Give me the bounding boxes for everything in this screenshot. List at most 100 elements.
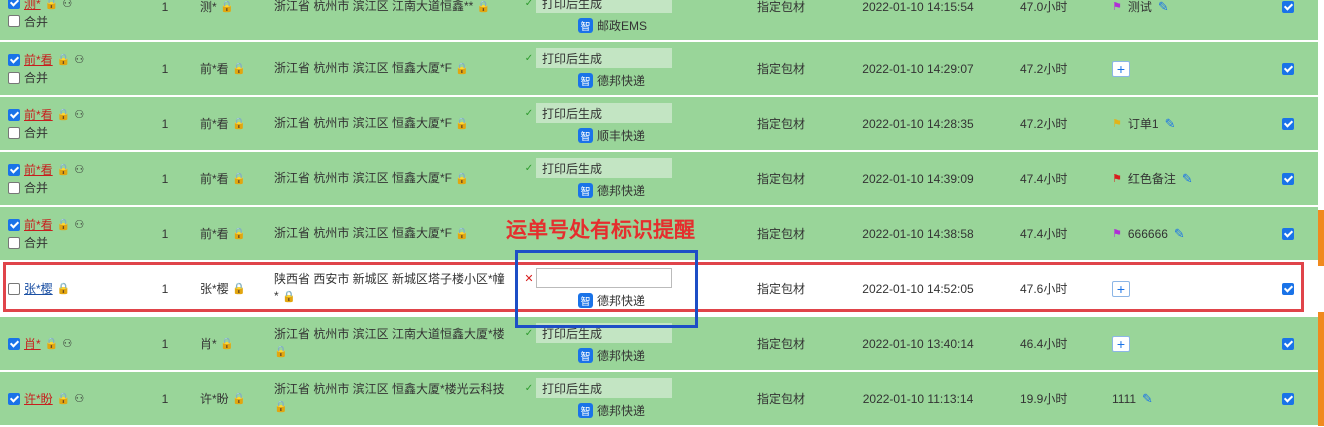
select-checkbox[interactable] — [1282, 172, 1294, 185]
edit-pencil-icon[interactable]: ✎ — [1174, 226, 1185, 242]
select-checkbox[interactable] — [1282, 62, 1294, 75]
courier-name[interactable]: 德邦快递 — [597, 72, 645, 89]
row-checkbox[interactable] — [8, 0, 20, 9]
waybill-status: 打印后生成 — [542, 51, 603, 66]
lock-icon: 🔒 — [455, 117, 470, 130]
check-icon: ✓ — [524, 107, 534, 119]
row-checkbox[interactable] — [8, 392, 20, 405]
memo-text: 1111 — [1112, 391, 1137, 406]
buyer-name-link[interactable]: 前*看 — [24, 106, 53, 123]
waybill-status-box[interactable]: 打印后生成 — [536, 103, 672, 123]
smart-courier-icon: 智 — [578, 73, 593, 88]
packing: 指定包材 — [757, 337, 806, 351]
waybill-status: 打印后生成 — [542, 106, 603, 121]
edit-pencil-icon[interactable]: ✎ — [1142, 391, 1153, 407]
address-text: 浙江省 杭州市 滨江区 恒鑫大厦*F — [274, 170, 453, 185]
elapsed-hours: 47.4小时 — [1020, 172, 1068, 186]
merge-checkbox[interactable] — [8, 126, 20, 139]
waybill-status: 打印后生成 — [542, 381, 603, 396]
lock-icon: 🔒 — [56, 219, 71, 231]
address-text: 浙江省 杭州市 滨江区 恒鑫大厦*F — [274, 115, 453, 130]
select-checkbox[interactable] — [1282, 337, 1294, 350]
quantity: 1 — [161, 61, 169, 76]
row-checkbox[interactable] — [8, 218, 20, 231]
waybill-status: 打印后生成 — [542, 0, 603, 11]
select-checkbox[interactable] — [1282, 0, 1294, 13]
add-memo-button[interactable]: + — [1112, 60, 1130, 77]
row-checkbox[interactable] — [8, 108, 20, 121]
merge-checkbox[interactable] — [8, 181, 20, 194]
buyer-name-link[interactable]: 前*看 — [24, 216, 53, 233]
merge-label: 合并 — [24, 236, 49, 250]
user-icon[interactable]: ⚇ — [74, 53, 84, 66]
address-text: 浙江省 杭州市 滨江区 恒鑫大厦*楼光云科技 — [274, 382, 505, 396]
buyer-name-link[interactable]: 测* — [24, 0, 41, 12]
packing: 指定包材 — [757, 392, 806, 406]
packing: 指定包材 — [757, 172, 806, 186]
select-checkbox[interactable] — [1282, 227, 1294, 240]
waybill-status-box[interactable]: 打印后生成 — [536, 0, 672, 13]
buyer-name-link[interactable]: 前*看 — [24, 51, 53, 68]
lock-icon: 🔒 — [455, 227, 470, 240]
address-text: 浙江省 杭州市 滨江区 恒鑫大厦*F — [274, 225, 453, 240]
row-checkbox[interactable] — [8, 53, 20, 66]
user-icon[interactable]: ⚇ — [74, 108, 84, 121]
merge-checkbox[interactable] — [8, 15, 20, 27]
select-checkbox[interactable] — [1282, 117, 1294, 130]
buyer-name-link[interactable]: 前*看 — [24, 161, 53, 178]
elapsed-hours: 47.0小时 — [1020, 0, 1068, 14]
buyer-name-link[interactable]: 许*盼 — [24, 390, 53, 407]
courier-name[interactable]: 德邦快递 — [597, 182, 645, 199]
lock-icon: 🔒 — [232, 393, 246, 405]
receiver-name: 前*看 — [200, 227, 229, 241]
smart-courier-icon: 智 — [578, 183, 593, 198]
courier-name[interactable]: 顺丰快递 — [597, 127, 645, 144]
check-icon: ✓ — [524, 382, 534, 394]
order-time: 2022-01-10 14:15:54 — [862, 0, 974, 14]
waybill-status-box[interactable]: 打印后生成 — [536, 158, 672, 178]
buyer-name-link[interactable]: 肖* — [24, 335, 41, 352]
order-time: 2022-01-10 14:28:35 — [862, 116, 974, 131]
table-row: 前*看 🔒 ⚇ 合并 1 前*看 🔒 浙江省 杭州市 滨江区 恒鑫大厦*F 🔒 ✓ 打印… — [0, 42, 1318, 97]
lock-icon: 🔒 — [44, 0, 59, 10]
lock-icon: 🔒 — [455, 172, 470, 185]
merge-checkbox[interactable] — [8, 236, 20, 249]
lock-icon: 🔒 — [56, 54, 71, 66]
edit-pencil-icon[interactable]: ✎ — [1158, 0, 1169, 15]
add-memo-button[interactable]: + — [1112, 335, 1130, 352]
elapsed-hours: 46.4小时 — [1020, 337, 1068, 351]
order-time: 2022-01-10 14:39:09 — [862, 171, 974, 186]
packing: 指定包材 — [757, 117, 806, 131]
user-icon[interactable]: ⚇ — [74, 218, 84, 231]
user-icon[interactable]: ⚇ — [62, 0, 72, 10]
flag-icon: ⚑ — [1112, 173, 1122, 185]
check-icon: ✓ — [524, 327, 534, 339]
lock-icon: 🔒 — [232, 63, 246, 75]
check-icon: ✓ — [524, 162, 534, 174]
courier-name[interactable]: 德邦快递 — [597, 347, 645, 364]
packing: 指定包材 — [757, 227, 806, 241]
courier-name[interactable]: 德邦快递 — [597, 402, 645, 419]
user-icon[interactable]: ⚇ — [62, 337, 72, 350]
edit-pencil-icon[interactable]: ✎ — [1165, 116, 1176, 132]
packing: 指定包材 — [757, 62, 806, 76]
waybill-status-box[interactable]: 打印后生成 — [536, 48, 672, 68]
address: 浙江省 杭州市 滨江区 恒鑫大厦*F 🔒 — [274, 115, 469, 133]
merge-checkbox[interactable] — [8, 71, 20, 84]
courier-name[interactable]: 邮政EMS — [597, 17, 647, 34]
table-row: 测* 🔒 ⚇ 合并 1 测* 🔒 浙江省 杭州市 滨江区 江南大道恒鑫** 🔒 ✓ 打印… — [0, 0, 1318, 42]
edit-pencil-icon[interactable]: ✎ — [1182, 171, 1193, 187]
table-row: 许*盼 🔒 ⚇ 1 许*盼 🔒 浙江省 杭州市 滨江区 恒鑫大厦*楼光云科技 🔒 ✓ 打… — [0, 372, 1318, 427]
lock-icon: 🔒 — [455, 62, 470, 75]
user-icon[interactable]: ⚇ — [74, 163, 84, 176]
user-icon[interactable]: ⚇ — [74, 392, 84, 405]
select-checkbox[interactable] — [1282, 392, 1294, 405]
row-checkbox[interactable] — [8, 163, 20, 176]
flag-icon: ⚑ — [1112, 118, 1122, 130]
waybill-status-box[interactable]: 打印后生成 — [536, 378, 672, 398]
table-row: 前*看 🔒 ⚇ 合并 1 前*看 🔒 浙江省 杭州市 滨江区 恒鑫大厦*F 🔒 ✓ 打印… — [0, 152, 1318, 207]
row-checkbox[interactable] — [8, 337, 20, 350]
memo-text: 订单1 — [1127, 117, 1159, 131]
order-time: 2022-01-10 11:13:14 — [862, 391, 974, 406]
lock-icon: 🔒 — [56, 109, 71, 121]
